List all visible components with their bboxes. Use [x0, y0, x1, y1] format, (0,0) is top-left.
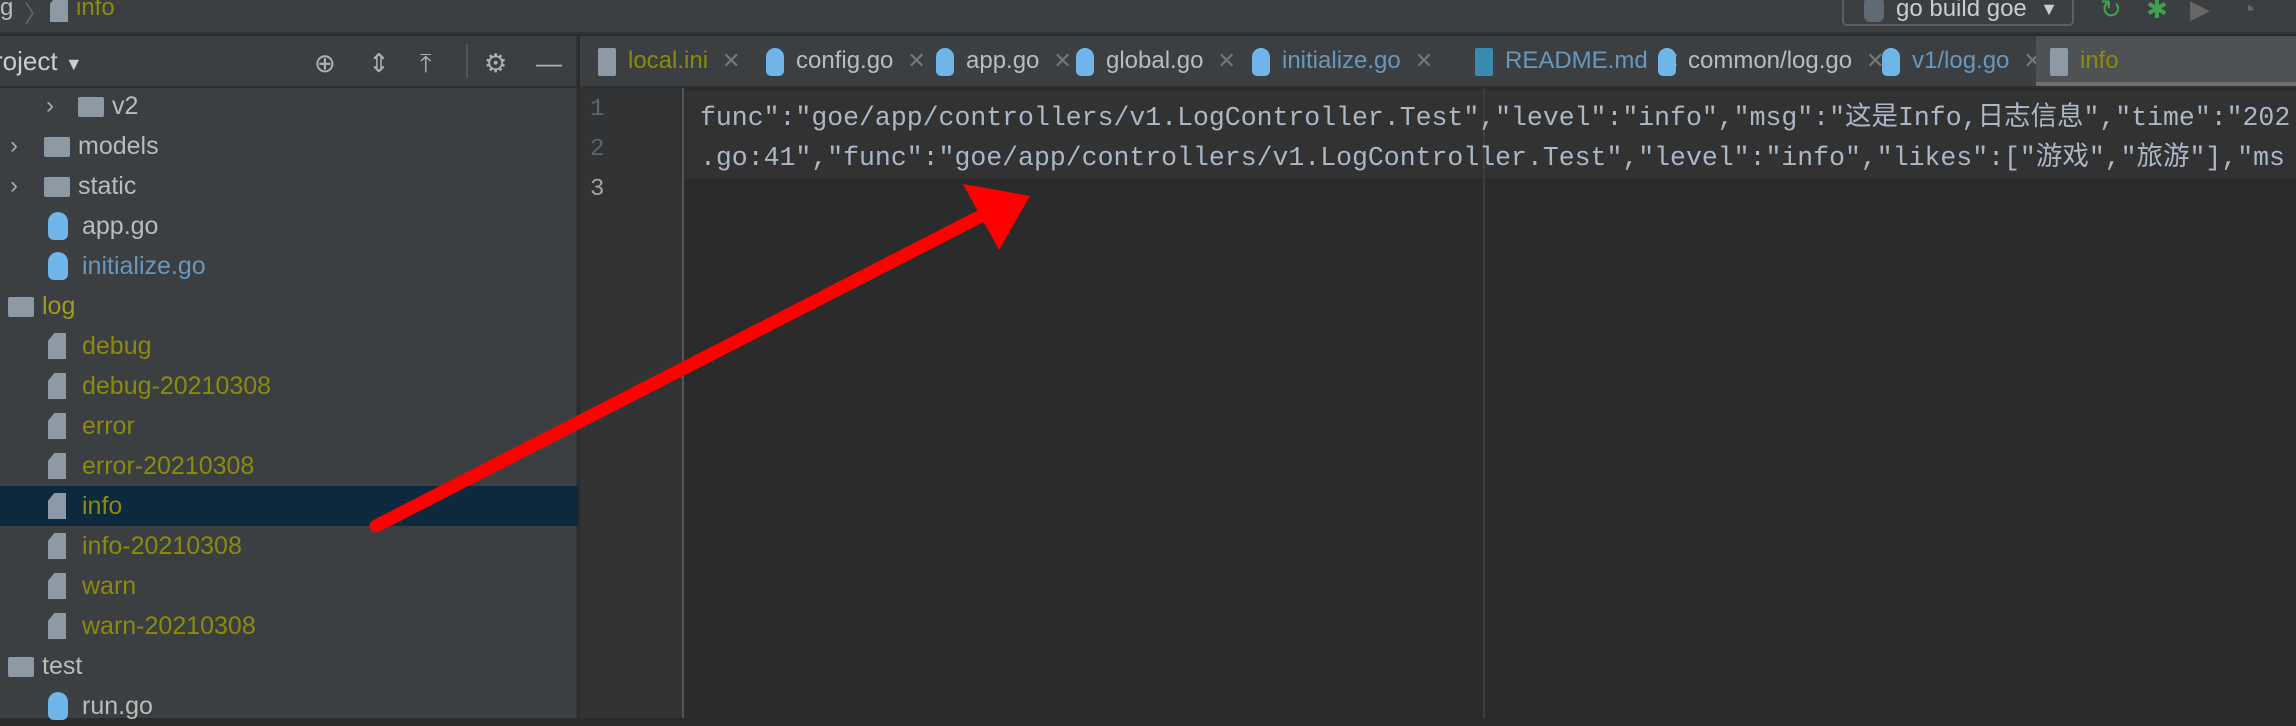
- red-arrow-annotation: [369, 184, 1030, 533]
- arrow-shaft: [369, 207, 992, 533]
